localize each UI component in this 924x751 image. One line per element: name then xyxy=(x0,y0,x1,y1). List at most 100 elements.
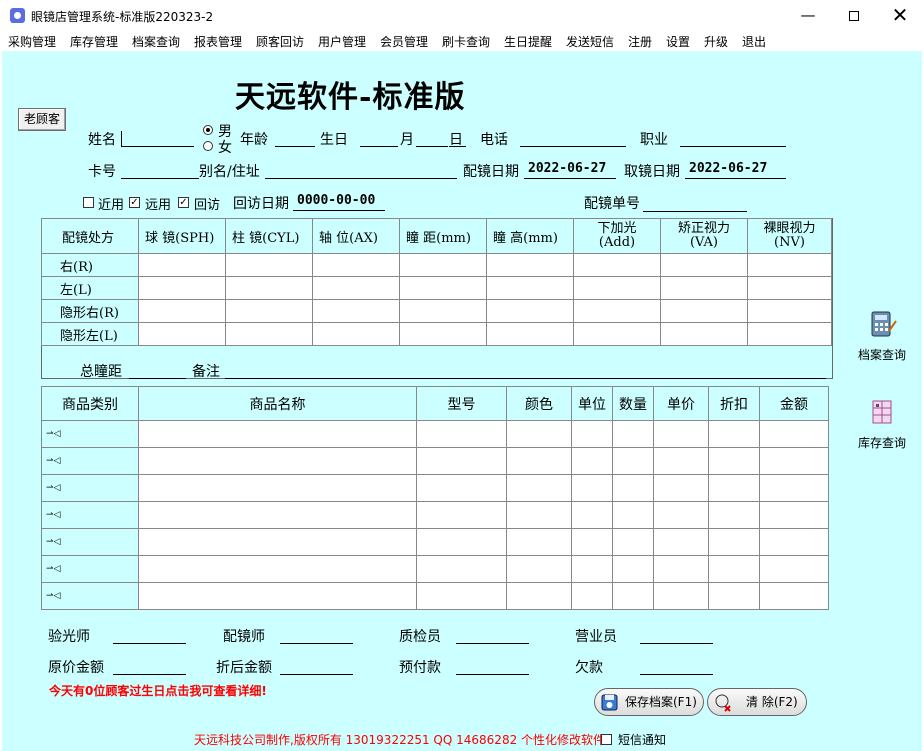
birthday-notice-link[interactable]: 今天有0位顾客过生日点击我可查看详细! xyxy=(49,682,267,699)
rx-cell[interactable] xyxy=(399,299,487,323)
menu-upgrade[interactable]: 升级 xyxy=(704,33,728,50)
goods-cell[interactable] xyxy=(571,474,613,502)
rx-cell[interactable] xyxy=(399,253,487,277)
goods-cell[interactable] xyxy=(759,447,829,475)
goods-cell[interactable] xyxy=(653,447,709,475)
menu-reports[interactable]: 报表管理 xyxy=(194,33,242,50)
rx-cell[interactable] xyxy=(486,322,574,346)
archive-query-side-button[interactable]: 档案查询 xyxy=(854,309,910,363)
menu-register[interactable]: 注册 xyxy=(628,33,652,50)
goods-cell[interactable] xyxy=(416,582,507,610)
goods-cell[interactable] xyxy=(571,555,613,583)
discount-amount-field[interactable] xyxy=(280,659,353,675)
alias-address-field[interactable] xyxy=(265,163,457,179)
goods-cell[interactable] xyxy=(506,555,572,583)
near-use-checkbox[interactable] xyxy=(83,197,94,208)
inspector-field[interactable] xyxy=(456,628,529,644)
save-archive-button[interactable]: 保存档案(F1) xyxy=(594,688,704,716)
menu-settings[interactable]: 设置 xyxy=(666,33,690,50)
goods-cell[interactable] xyxy=(708,447,760,475)
old-customer-button[interactable]: 老顾客 xyxy=(18,108,66,131)
rx-cell[interactable] xyxy=(747,322,832,346)
goods-cell[interactable] xyxy=(653,582,709,610)
rx-cell[interactable] xyxy=(138,253,226,277)
maximize-button[interactable] xyxy=(831,0,877,31)
prepaid-field[interactable] xyxy=(456,659,529,675)
menu-member-management[interactable]: 会员管理 xyxy=(380,33,428,50)
owed-field[interactable] xyxy=(640,659,713,675)
menu-exit[interactable]: 退出 xyxy=(742,33,766,50)
menu-send-sms[interactable]: 发送短信 xyxy=(566,33,614,50)
menu-birthday-reminder[interactable]: 生日提醒 xyxy=(504,33,552,50)
goods-cell[interactable] xyxy=(138,474,417,502)
goods-cell[interactable] xyxy=(612,582,654,610)
goods-cell[interactable] xyxy=(759,420,829,448)
goods-cell[interactable] xyxy=(708,474,760,502)
menu-card-query[interactable]: 刷卡查询 xyxy=(442,33,490,50)
goods-cell[interactable] xyxy=(571,447,613,475)
goods-cell[interactable] xyxy=(138,528,417,556)
goods-cell[interactable] xyxy=(612,528,654,556)
rx-cell[interactable] xyxy=(573,322,661,346)
remark-field[interactable] xyxy=(225,363,826,379)
rx-cell[interactable] xyxy=(747,299,832,323)
goods-cell[interactable] xyxy=(653,474,709,502)
goods-cell[interactable] xyxy=(571,528,613,556)
goods-cell[interactable] xyxy=(416,555,507,583)
name-field[interactable] xyxy=(121,131,194,147)
rx-cell[interactable] xyxy=(312,276,400,300)
rx-cell[interactable] xyxy=(312,322,400,346)
rx-cell[interactable] xyxy=(138,299,226,323)
rx-cell[interactable] xyxy=(747,276,832,300)
goods-cell[interactable] xyxy=(759,582,829,610)
rx-cell[interactable] xyxy=(486,253,574,277)
goods-cell[interactable] xyxy=(138,555,417,583)
goods-cell[interactable] xyxy=(612,555,654,583)
goods-cell[interactable] xyxy=(138,420,417,448)
goods-cell[interactable] xyxy=(653,528,709,556)
sales-field[interactable] xyxy=(640,628,713,644)
rx-cell[interactable] xyxy=(573,253,661,277)
goods-cell[interactable] xyxy=(708,420,760,448)
age-field[interactable] xyxy=(275,131,315,147)
rx-cell[interactable] xyxy=(225,322,313,346)
card-no-field[interactable] xyxy=(121,163,199,179)
rx-cell[interactable] xyxy=(312,299,400,323)
rx-cell[interactable] xyxy=(660,276,748,300)
birthday-month-field[interactable] xyxy=(360,131,398,147)
goods-cell[interactable] xyxy=(759,501,829,529)
menu-purchase[interactable]: 采购管理 xyxy=(8,33,56,50)
goods-cell[interactable] xyxy=(506,501,572,529)
rx-cell[interactable] xyxy=(312,253,400,277)
goods-cell[interactable] xyxy=(571,420,613,448)
menu-inventory[interactable]: 库存管理 xyxy=(70,33,118,50)
rx-cell[interactable] xyxy=(660,299,748,323)
goods-cell[interactable] xyxy=(138,501,417,529)
far-use-checkbox[interactable]: ✓ xyxy=(129,197,140,208)
goods-cell[interactable] xyxy=(416,528,507,556)
goods-cell[interactable] xyxy=(653,420,709,448)
goods-cell[interactable] xyxy=(708,582,760,610)
goods-cell[interactable] xyxy=(612,474,654,502)
minimize-button[interactable]: — xyxy=(785,0,831,31)
menu-user-management[interactable]: 用户管理 xyxy=(318,33,366,50)
birthday-day-field[interactable] xyxy=(416,131,448,147)
menu-customer-revisit[interactable]: 顾客回访 xyxy=(256,33,304,50)
optometrist-field[interactable] xyxy=(113,628,186,644)
goods-cell[interactable] xyxy=(653,555,709,583)
goods-cell[interactable] xyxy=(416,447,507,475)
goods-cell[interactable] xyxy=(506,528,572,556)
pickup-date-field[interactable]: 2022-06-27 xyxy=(685,160,786,179)
goods-cell[interactable] xyxy=(612,420,654,448)
gender-male-radio[interactable] xyxy=(203,125,213,135)
rx-cell[interactable] xyxy=(573,299,661,323)
stock-query-side-button[interactable]: 库存查询 xyxy=(854,397,910,451)
revisit-checkbox[interactable]: ✓ xyxy=(178,197,189,208)
goods-cell[interactable] xyxy=(506,582,572,610)
rx-cell[interactable] xyxy=(573,276,661,300)
goods-cell[interactable] xyxy=(416,420,507,448)
goods-cell[interactable] xyxy=(571,501,613,529)
rx-cell[interactable] xyxy=(399,276,487,300)
fitter-field[interactable] xyxy=(280,628,353,644)
rx-cell[interactable] xyxy=(747,253,832,277)
